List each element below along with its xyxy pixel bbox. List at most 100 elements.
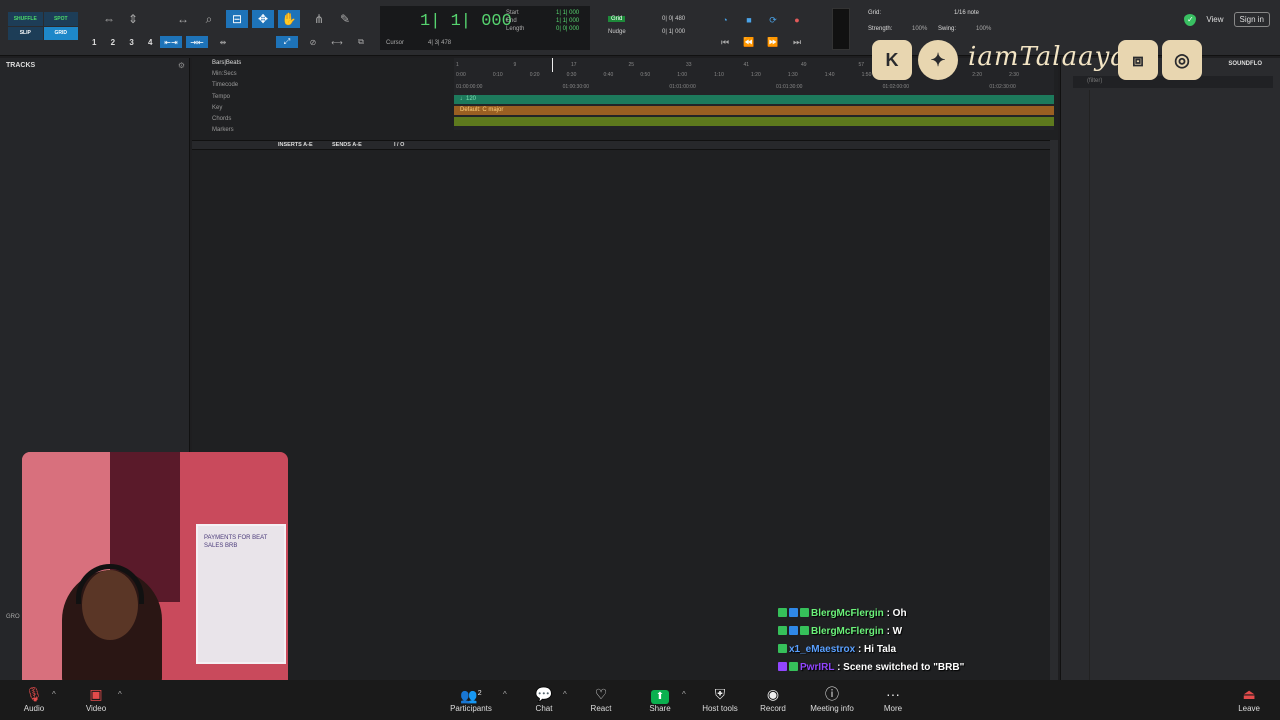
zoom-horizontal-icon[interactable]: ⇔ xyxy=(98,10,120,28)
audio-label: Audio xyxy=(23,704,45,713)
twitch-logo-icon: ⧈ xyxy=(1118,40,1158,80)
pencil-tool-icon[interactable]: ✎ xyxy=(334,10,356,28)
gear-icon[interactable]: ⚙ xyxy=(178,61,185,70)
participants-caret-icon[interactable]: ^ xyxy=(503,690,507,699)
insertion-follows-icon[interactable]: ⇹ xyxy=(212,36,234,48)
participants-button[interactable]: 👥2 Participants xyxy=(441,684,501,713)
chat-label: Chat xyxy=(535,704,553,713)
playhead[interactable] xyxy=(552,58,553,72)
ruler-bars-beats[interactable]: Bars|Beats xyxy=(212,60,241,66)
main-counter: 1| 1| 000 Start End Length 1| 1| 000 1| … xyxy=(380,6,590,50)
host-tools-button[interactable]: ⛨ Host tools xyxy=(690,684,750,713)
ruler-tick: 57 xyxy=(858,62,865,68)
ruler-min-secs[interactable]: Min:Secs xyxy=(212,71,237,77)
pin-icon[interactable]: ⧉ xyxy=(350,36,372,48)
mode-slip-button[interactable]: SLIP xyxy=(8,26,43,40)
share-button[interactable]: ⬆ Share xyxy=(630,684,690,713)
strength-value[interactable]: 100% xyxy=(912,26,927,32)
ruler-timecode[interactable]: Timecode xyxy=(212,82,238,88)
end-value[interactable]: 1| 1| 000 xyxy=(556,18,579,24)
cursor-value: 4| 3| 478 xyxy=(428,40,452,46)
ruler-markers[interactable]: Markers xyxy=(212,127,234,133)
nudge-value[interactable]: 0| 1| 000 xyxy=(662,29,685,35)
ruler-chords[interactable]: Chords xyxy=(212,116,231,122)
vertical-scrollbar[interactable] xyxy=(1050,140,1058,680)
zoom-tool-icon[interactable]: ⌕ xyxy=(198,10,220,28)
leave-button[interactable]: ⏏ Leave xyxy=(1238,684,1260,713)
link-track-icon[interactable]: ⇥⇤ xyxy=(186,36,208,48)
video-button[interactable]: ▣ Video xyxy=(66,684,126,713)
chat-message: x1_eMaestrox : Hi Tala xyxy=(778,644,1178,662)
length-value[interactable]: 0| 0| 000 xyxy=(556,26,579,32)
webcam-feed: PAYMENTS FOR BEAT SALES BRB xyxy=(22,452,288,688)
zoom-vertical-icon[interactable]: ⇕ xyxy=(122,10,144,28)
audio-caret-icon[interactable]: ^ xyxy=(52,690,56,699)
record-icon[interactable]: ● xyxy=(788,12,806,28)
tracks-title: TRACKS xyxy=(6,62,36,69)
rewind-icon[interactable]: ⏪ xyxy=(740,34,758,50)
grabber-tool-icon[interactable]: ✋ xyxy=(278,10,300,28)
swing-value[interactable]: 100% xyxy=(976,26,991,32)
react-button[interactable]: ♡ React xyxy=(571,684,631,713)
q-grid-value[interactable]: 1/16 note xyxy=(954,10,979,16)
sends-button[interactable]: SENDS A-E xyxy=(332,142,362,148)
zoom-toggle-icon[interactable]: ↔ xyxy=(172,10,194,28)
chords-lane[interactable] xyxy=(454,117,1054,126)
more-button[interactable]: ··· More xyxy=(863,684,923,713)
chat-username: BlergMcFlergin xyxy=(811,626,884,637)
mode-grid-button[interactable]: GRID xyxy=(43,26,78,40)
record-button[interactable]: ◉ Record xyxy=(743,684,803,713)
io-button[interactable]: I / O xyxy=(394,142,404,148)
chat-message: BlergMcFlergin : W xyxy=(778,626,1178,644)
video-caret-icon[interactable]: ^ xyxy=(118,690,122,699)
link-timeline-icon[interactable]: ⇤⇥ xyxy=(160,36,182,48)
trim-tool-icon[interactable]: ⊟ xyxy=(226,10,248,28)
mode-shuffle-button[interactable]: SHUFFLE xyxy=(8,12,43,26)
view-button[interactable]: View xyxy=(1206,15,1223,24)
ruler-tick: 0:50 xyxy=(640,72,651,78)
key-lane[interactable]: Default: C major xyxy=(454,106,1054,115)
ruler-tick: 0:30 xyxy=(566,72,577,78)
loop-icon[interactable]: ⟳ xyxy=(764,12,782,28)
mode-spot-button[interactable]: SPOT xyxy=(43,12,78,26)
chat-username: x1_eMaestrox xyxy=(789,644,856,655)
leave-door-icon: ⏏ xyxy=(1242,686,1256,702)
online-icon[interactable]: ◔ xyxy=(716,12,734,28)
smart-tool-icon[interactable]: ⋔ xyxy=(308,10,330,28)
sign-in-button[interactable]: Sign in xyxy=(1233,12,1270,27)
ruler-tick: 01:02:00:00 xyxy=(882,84,910,90)
chat-caret-icon[interactable]: ^ xyxy=(563,690,567,699)
return-to-zero-icon[interactable]: ⏮ xyxy=(716,34,734,50)
counter-main-value[interactable]: 1| 1| 000 xyxy=(420,12,512,31)
chat-badge-icon xyxy=(778,662,787,671)
ruler-tempo[interactable]: Tempo xyxy=(212,94,230,100)
mirror-midi-icon[interactable]: ⟷ xyxy=(326,36,348,48)
meeting-info-button[interactable]: ⓘ Meeting info xyxy=(802,684,862,713)
share-caret-icon[interactable]: ^ xyxy=(682,690,686,699)
go-to-end-icon[interactable]: ⏭ xyxy=(788,34,806,50)
selector-tool-icon[interactable]: ✥ xyxy=(252,10,274,28)
ruler-tick: 0:00 xyxy=(456,72,466,78)
inserts-button[interactable]: INSERTS A-E xyxy=(278,142,313,148)
chat-text: : Oh xyxy=(886,608,907,619)
start-value[interactable]: 1| 1| 000 xyxy=(556,10,579,16)
ruler-tick: 1:40 xyxy=(824,72,835,78)
soundflow-tab[interactable]: SOUNDFLO xyxy=(1228,61,1262,67)
ruler-tick: 25 xyxy=(628,62,635,68)
grid-toggle[interactable]: Grid xyxy=(608,16,626,22)
tempo-lane[interactable]: ♩120 xyxy=(454,95,1054,104)
tab-to-transient-icon[interactable]: ⊘ xyxy=(302,36,324,48)
edit-window: Bars|Beats Min:Secs Timecode Tempo Key C… xyxy=(192,58,1058,680)
stop-icon[interactable]: ■ xyxy=(740,12,758,28)
nudge-label[interactable]: Nudge xyxy=(608,29,626,35)
fast-forward-icon[interactable]: ⏩ xyxy=(764,34,782,50)
chat-badge-icon xyxy=(800,608,809,617)
grid-value[interactable]: 0| 0| 480 xyxy=(662,16,685,22)
ruler-key[interactable]: Key xyxy=(212,105,222,111)
ruler-tick: 9 xyxy=(513,62,517,68)
automation-follows-icon[interactable]: ⤢ xyxy=(276,36,298,48)
video-off-icon: ▣ xyxy=(89,686,103,702)
social-handle: iamTalaaya xyxy=(968,42,1127,72)
chat-badge-icon xyxy=(800,626,809,635)
chat-badge-icon xyxy=(778,626,787,635)
